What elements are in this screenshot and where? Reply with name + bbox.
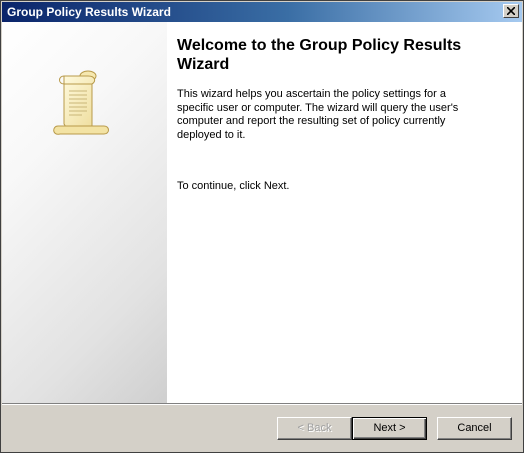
window-title: Group Policy Results Wizard bbox=[7, 5, 171, 19]
scroll-icon bbox=[53, 70, 109, 135]
cancel-button[interactable]: Cancel bbox=[437, 417, 512, 440]
page-title: Welcome to the Group Policy Results Wiza… bbox=[177, 37, 462, 73]
wizard-window: Group Policy Results Wizard Welcome to t… bbox=[0, 0, 524, 453]
wizard-side-panel bbox=[2, 22, 167, 403]
title-bar[interactable]: Group Policy Results Wizard bbox=[2, 2, 522, 22]
next-button[interactable]: Next > bbox=[352, 417, 427, 440]
back-button[interactable]: < Back bbox=[277, 417, 352, 440]
close-icon bbox=[507, 7, 515, 15]
close-button[interactable] bbox=[503, 4, 519, 18]
continue-instruction: To continue, click Next. bbox=[177, 180, 290, 192]
wizard-description: This wizard helps you ascertain the poli… bbox=[177, 88, 459, 141]
wizard-content: Welcome to the Group Policy Results Wiza… bbox=[2, 22, 522, 403]
button-bar: < Back Next > Cancel bbox=[2, 405, 522, 452]
